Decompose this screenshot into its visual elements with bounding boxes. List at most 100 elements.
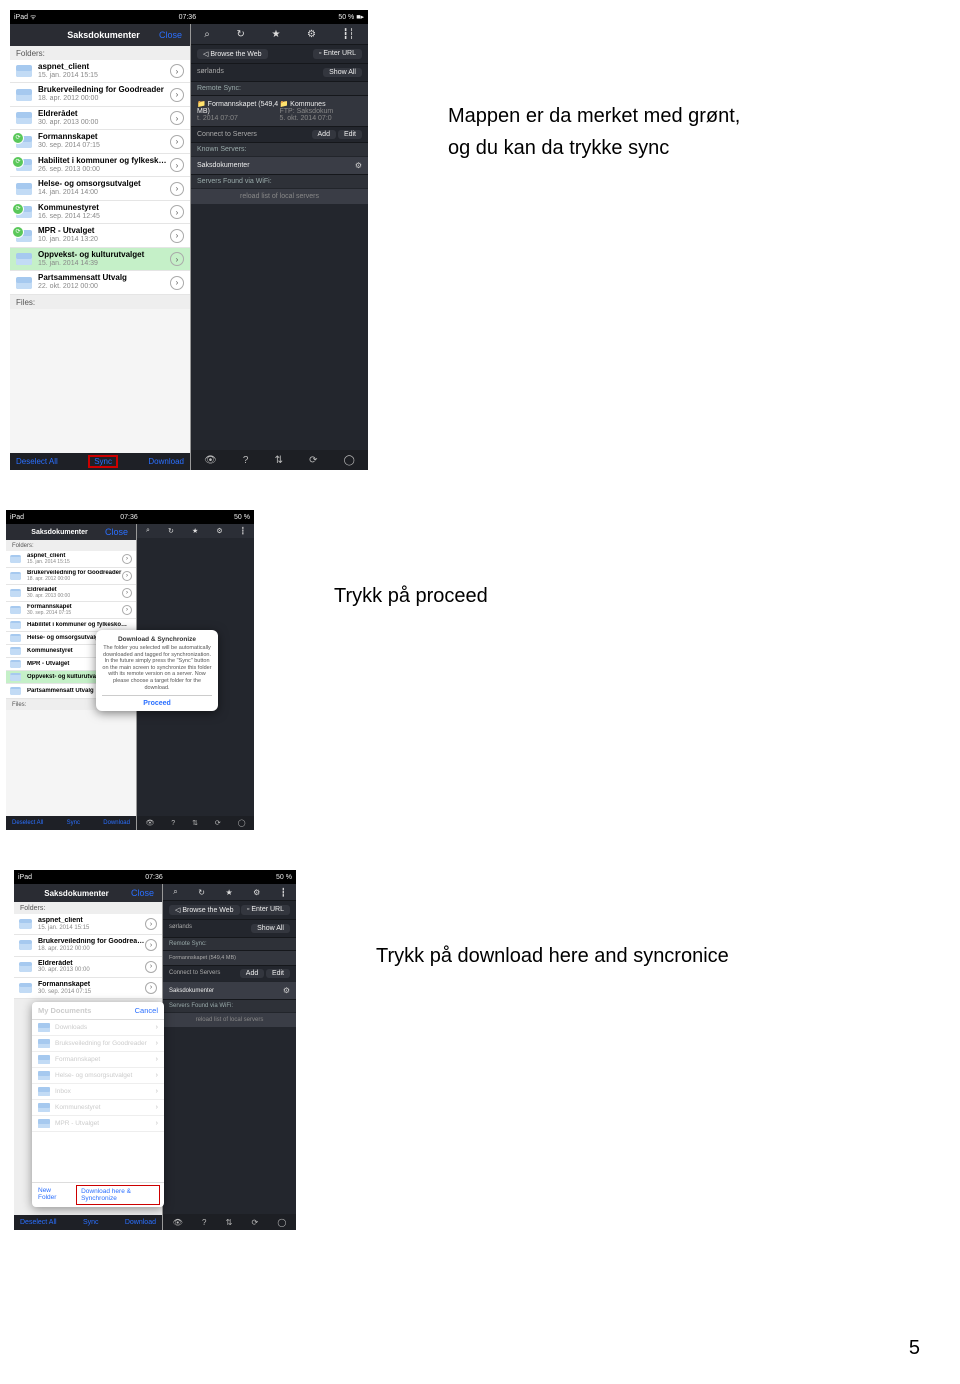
deselect-all-button[interactable]: Deselect All <box>20 1219 57 1226</box>
folder-row[interactable]: Eldrerådet30. apr. 2013 00:00 › <box>6 585 136 602</box>
wifi-transfer-icon[interactable]: ⇅ <box>192 819 198 827</box>
enter-url-button[interactable]: ▫ Enter URL <box>313 49 362 59</box>
sync-icon[interactable]: ⟳ <box>309 455 317 466</box>
star-icon[interactable]: ★ <box>225 888 232 897</box>
folder-row[interactable]: Brukerveiledning for Goodreader18. apr. … <box>6 568 136 585</box>
search-icon[interactable]: ⌕ <box>146 527 150 535</box>
folder-row[interactable]: ⟳ Kommunestyret16. sep. 2014 12:45 › <box>10 201 190 224</box>
browse-web-button[interactable]: ◁ Browse the Web <box>197 49 268 59</box>
close-button[interactable]: Close <box>131 888 154 898</box>
folder-row[interactable]: Formannskapet30. sep. 2014 07:15 › <box>6 602 136 619</box>
chevron-right-icon[interactable]: › <box>170 158 184 172</box>
folder-row[interactable]: aspnet_client15. jan. 2014 15:15 › <box>10 60 190 83</box>
globe-icon[interactable]: ◯ <box>344 455 355 466</box>
search-icon[interactable]: ⌕ <box>173 887 177 897</box>
folder-row[interactable]: aspnet_client15. jan. 2014 15:15 › <box>14 914 162 935</box>
folder-row[interactable]: Eldrerådet30. apr. 2013 00:00 › <box>14 957 162 978</box>
chevron-right-icon[interactable]: › <box>170 64 184 78</box>
target-folder-row[interactable]: Bruksveiledning for Goodreader› <box>32 1036 164 1052</box>
folder-row[interactable]: Helse- og omsorgsutvalget14. jan. 2014 1… <box>10 177 190 200</box>
chevron-right-icon[interactable]: › <box>170 252 184 266</box>
show-all-button[interactable]: Show All <box>251 924 290 933</box>
chevron-right-icon[interactable]: › <box>122 554 132 564</box>
folder-row[interactable]: aspnet_client15. jan. 2014 15:15 › <box>6 551 136 568</box>
edit-server-button[interactable]: Edit <box>338 130 362 139</box>
settings-icon[interactable]: ┇ <box>281 888 286 897</box>
sync-button[interactable]: Sync <box>88 455 118 468</box>
chevron-right-icon[interactable]: › <box>170 182 184 196</box>
chevron-right-icon[interactable]: › <box>122 588 132 598</box>
globe-icon[interactable]: ◯ <box>238 819 246 827</box>
proceed-button[interactable]: Proceed <box>102 695 212 711</box>
chevron-right-icon[interactable]: › <box>170 135 184 149</box>
chevron-right-icon[interactable]: › <box>170 111 184 125</box>
refresh-icon[interactable]: ↻ <box>198 888 205 897</box>
eye-icon[interactable]: 👁 <box>204 455 217 466</box>
folder-row[interactable]: Eldrerådet30. apr. 2013 00:00 › <box>10 107 190 130</box>
browse-web-button[interactable]: ◁ Browse the Web <box>169 905 240 915</box>
target-folder-row[interactable]: Kommunestyret› <box>32 1100 164 1116</box>
eye-icon[interactable]: 👁 <box>173 1218 183 1227</box>
folder-row[interactable]: ⟳ Formannskapet30. sep. 2014 07:15 › <box>10 130 190 153</box>
chevron-right-icon[interactable]: › <box>145 939 157 951</box>
chevron-right-icon[interactable]: › <box>170 229 184 243</box>
target-folder-row[interactable]: Inbox› <box>32 1084 164 1100</box>
sync-button[interactable]: Sync <box>83 1219 99 1226</box>
add-server-button[interactable]: Add <box>312 130 336 139</box>
settings-icon[interactable]: ┇ <box>241 527 245 535</box>
close-button[interactable]: Close <box>159 30 182 40</box>
chevron-right-icon[interactable]: › <box>145 918 157 930</box>
refresh-icon[interactable]: ↻ <box>168 527 174 535</box>
chevron-right-icon[interactable]: › <box>145 961 157 973</box>
target-folder-row[interactable]: Formannskapet› <box>32 1052 164 1068</box>
sync-icon[interactable]: ⟳ <box>215 819 221 827</box>
help-icon[interactable]: ? <box>202 1218 206 1227</box>
folder-row[interactable]: ⟳ MPR - Utvalget10. jan. 2014 13:20 › <box>10 224 190 247</box>
chevron-right-icon[interactable]: › <box>170 276 184 290</box>
gear-icon[interactable]: ⚙ <box>307 29 316 40</box>
settings-icon[interactable]: ┇┆ <box>343 29 355 40</box>
search-icon[interactable]: ⌕ <box>204 29 210 40</box>
remote-sync-item[interactable]: Formannskapet (549,4 MB) <box>169 955 236 961</box>
chevron-right-icon[interactable]: › <box>122 571 132 581</box>
download-button[interactable]: Download <box>125 1219 156 1226</box>
gear-icon[interactable]: ⚙ <box>253 888 260 897</box>
folder-row[interactable]: Brukerveiledning for Goodreader18. apr. … <box>10 83 190 106</box>
chevron-right-icon[interactable]: › <box>170 205 184 219</box>
folder-row[interactable]: Partsammensatt Utvalg22. okt. 2012 00:00… <box>10 271 190 294</box>
new-folder-button[interactable]: New Folder <box>32 1183 72 1207</box>
download-here-sync-button[interactable]: Download here & Synchronize <box>76 1185 160 1205</box>
globe-icon[interactable]: ◯ <box>277 1218 286 1227</box>
deselect-all-button[interactable]: Deselect All <box>12 820 43 826</box>
sync-icon[interactable]: ⟳ <box>252 1218 259 1227</box>
refresh-icon[interactable]: ↻ <box>237 29 245 40</box>
known-server-row[interactable]: Saksdokumenter ⚙ <box>191 156 368 174</box>
wifi-transfer-icon[interactable]: ⇅ <box>226 1218 233 1227</box>
gear-icon[interactable]: ⚙ <box>355 161 362 170</box>
download-button[interactable]: Download <box>148 457 184 466</box>
reload-servers-row[interactable]: reload list of local servers <box>191 188 368 204</box>
target-folder-row[interactable]: Helse- og omsorgsutvalget› <box>32 1068 164 1084</box>
remote-sync-item[interactable]: 📁 Kommunes FTP: Saksdokum 5. okt. 2014 0… <box>280 100 363 122</box>
deselect-all-button[interactable]: Deselect All <box>16 457 58 466</box>
help-icon[interactable]: ? <box>243 455 249 466</box>
chevron-right-icon[interactable]: › <box>122 605 132 615</box>
gear-icon[interactable]: ⚙ <box>283 986 290 995</box>
target-folder-row[interactable]: MPR - Utvalget› <box>32 1116 164 1132</box>
folder-row-selected[interactable]: Oppvekst- og kulturutvalget15. jan. 2014… <box>10 248 190 271</box>
remote-sync-item[interactable]: 📁 Formannskapet (549,4 MB) t. 2014 07:07 <box>197 100 280 122</box>
folder-row[interactable]: Formannskapet30. sep. 2014 07:15 › <box>14 978 162 999</box>
gear-icon[interactable]: ⚙ <box>216 527 222 535</box>
help-icon[interactable]: ? <box>171 820 175 827</box>
folder-row[interactable]: Brukerveiledning for Goodreader18. apr. … <box>14 935 162 956</box>
sync-button[interactable]: Sync <box>67 820 80 826</box>
star-icon[interactable]: ★ <box>192 527 198 535</box>
eye-icon[interactable]: 👁 <box>145 819 154 827</box>
cancel-button[interactable]: Cancel <box>135 1006 158 1015</box>
chevron-right-icon[interactable]: › <box>145 982 157 994</box>
chevron-right-icon[interactable]: › <box>170 88 184 102</box>
close-button[interactable]: Close <box>105 527 128 537</box>
wifi-transfer-icon[interactable]: ⇅ <box>275 455 283 466</box>
download-button[interactable]: Download <box>103 820 130 826</box>
enter-url-button[interactable]: ▫ Enter URL <box>241 905 290 915</box>
